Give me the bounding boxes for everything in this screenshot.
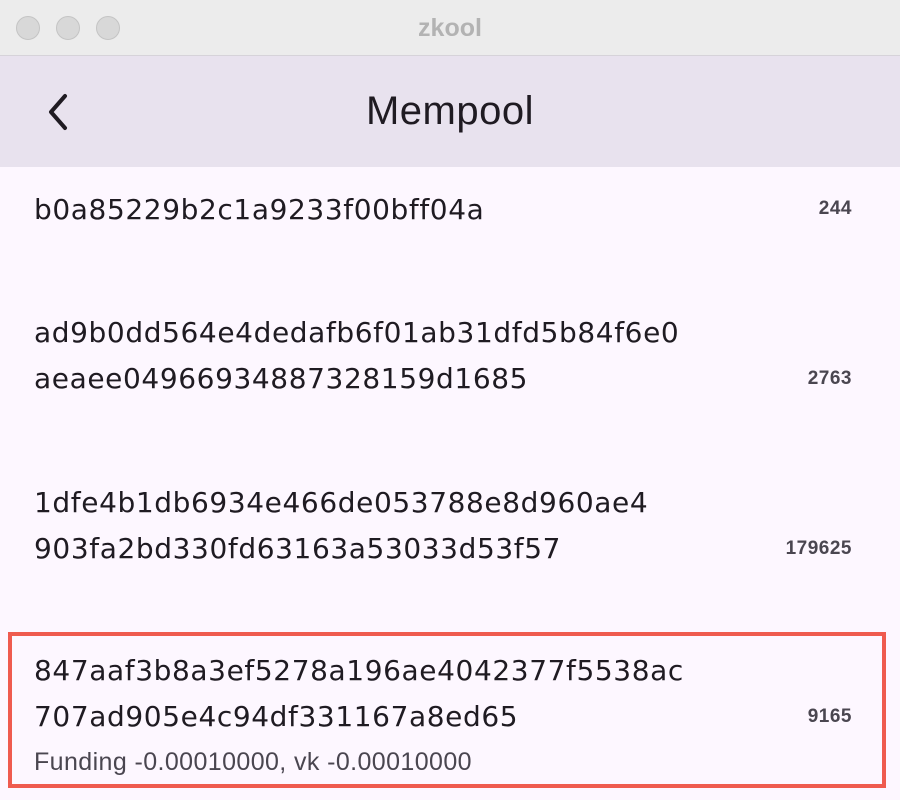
mempool-tx-item-selected[interactable]: 847aaf3b8a3ef5278a196ae4042377f5538ac 70… xyxy=(0,632,900,800)
tx-size: 179625 xyxy=(785,538,852,559)
tx-id-line-2: b0a85229b2c1a9233f00bff04a xyxy=(34,193,485,226)
app-bar: Mempool xyxy=(0,56,900,167)
back-button[interactable] xyxy=(30,82,86,142)
chevron-left-icon xyxy=(49,94,67,130)
tx-id-line-2: 903fa2bd330fd63163a53033d53f57 xyxy=(34,532,562,565)
mempool-list[interactable]: 7101b5b1701cdcb1e184cb0757500040d81dd0 b… xyxy=(0,56,900,800)
tx-id-line-1: 847aaf3b8a3ef5278a196ae4042377f5538ac xyxy=(34,654,684,687)
tx-id-line-1: ad9b0dd564e4dedafb6f01ab31dfd5b84f6e0 xyxy=(34,316,680,349)
tx-size: 244 xyxy=(818,198,852,219)
tx-size: 2763 xyxy=(807,368,852,389)
tx-description: Funding -0.00010000, vk -0.00010000 xyxy=(34,748,472,776)
tx-size: 9165 xyxy=(807,706,852,727)
page-title: Mempool xyxy=(365,89,534,133)
mempool-tx-item[interactable]: 1dfe4b1db6934e466de053788e8d960ae4 903fa… xyxy=(0,453,900,623)
window-title: zkool xyxy=(418,14,482,42)
tx-id-line-2: 707ad905e4c94df331167a8ed65 xyxy=(34,700,519,733)
app-window: zkool 7101b5b1701cdcb1e184cb0757500040d8… xyxy=(0,0,900,800)
window-titlebar[interactable]: zkool xyxy=(0,0,900,56)
tx-id-line-1: 1dfe4b1db6934e466de053788e8d960ae4 xyxy=(34,486,649,519)
tx-id-line-2: aeaee0496693488​7328159d1685 xyxy=(34,362,529,395)
mempool-tx-item[interactable]: ad9b0dd564e4dedafb6f01ab31dfd5b84f6e0 ae… xyxy=(0,283,900,453)
